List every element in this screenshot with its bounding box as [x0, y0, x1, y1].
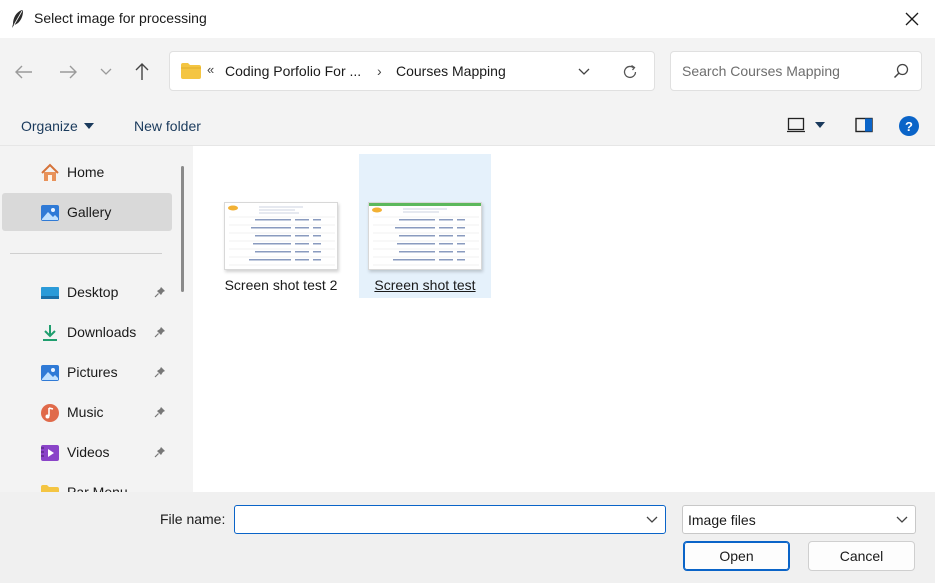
sidebar-item-videos[interactable]: Videos [2, 433, 172, 471]
organize-label: Organize [21, 118, 78, 134]
close-icon [905, 12, 919, 26]
spreadsheet-thumbnail-icon [369, 203, 481, 266]
home-icon [41, 163, 59, 181]
file-thumbnail [224, 202, 338, 270]
arrow-up-icon [135, 63, 149, 80]
pin-icon [154, 287, 165, 298]
breadcrumb-item-coding-portfolio[interactable]: Coding Porfolio For ... [225, 63, 361, 79]
forward-button[interactable] [56, 60, 80, 84]
pin-icon [154, 447, 165, 458]
search-icon [893, 63, 909, 79]
feather-icon [12, 10, 23, 28]
gallery-icon [41, 205, 59, 221]
pin-icon [154, 407, 165, 418]
folder-icon [181, 63, 201, 79]
file-type-select[interactable]: Image files [682, 505, 916, 534]
preview-pane-icon [855, 117, 873, 133]
file-name-label: Screen shot test [374, 277, 476, 293]
view-icon [787, 117, 805, 133]
sidebar-item-label: Downloads [67, 324, 137, 340]
address-dropdown-button[interactable] [574, 62, 594, 82]
chevron-down-icon[interactable] [645, 512, 659, 526]
file-thumbnail [368, 202, 482, 270]
sidebar-item-label: Desktop [67, 284, 119, 300]
pictures-icon [41, 365, 59, 381]
file-item-screen-shot-test-2[interactable]: Screen shot test 2 [215, 154, 347, 298]
up-button[interactable] [130, 60, 154, 84]
breadcrumb-item-courses-mapping[interactable]: Courses Mapping [396, 63, 506, 79]
sidebar-scrollbar[interactable] [181, 166, 184, 292]
recent-locations-button[interactable] [94, 60, 118, 84]
address-bar[interactable]: « Coding Porfolio For ... › Courses Mapp… [169, 51, 655, 91]
pin-icon [154, 327, 165, 338]
sidebar-item-downloads[interactable]: Downloads [2, 313, 172, 351]
new-folder-button[interactable]: New folder [134, 118, 201, 134]
title-bar: Select image for processing [0, 0, 935, 38]
downloads-icon [43, 325, 57, 341]
help-button[interactable]: ? [899, 116, 919, 136]
sidebar-item-label: Par Menu [67, 484, 128, 492]
spreadsheet-thumbnail-icon [228, 205, 335, 266]
sidebar-item-label: Pictures [67, 364, 118, 380]
pin-icon [154, 367, 165, 378]
arrow-left-icon [15, 65, 32, 79]
videos-icon [41, 445, 59, 461]
refresh-icon [623, 64, 637, 79]
caret-down-icon [83, 123, 94, 129]
organize-button[interactable]: Organize [21, 118, 94, 134]
search-input[interactable]: Search Courses Mapping [670, 51, 922, 91]
chevron-down-icon [896, 516, 908, 523]
music-icon [41, 404, 59, 422]
close-button[interactable] [889, 0, 935, 38]
open-button[interactable]: Open [683, 541, 790, 571]
back-button[interactable] [12, 60, 36, 84]
sidebar-item-label: Gallery [67, 204, 112, 220]
file-item-screen-shot-test[interactable]: Screen shot test [359, 154, 491, 298]
file-type-value: Image files [688, 512, 756, 528]
chevron-down-icon [100, 68, 112, 75]
refresh-button[interactable] [619, 61, 641, 83]
file-list: Screen shot test 2 Screen shot test [193, 146, 935, 492]
navigation-bar: « Coding Porfolio For ... › Courses Mapp… [0, 38, 935, 106]
chevron-down-icon [578, 68, 590, 75]
cancel-button[interactable]: Cancel [808, 541, 915, 571]
file-name-label: Screen shot test 2 [224, 277, 338, 293]
window-title: Select image for processing [34, 10, 207, 26]
dialog-footer: File name: Image files Open Cancel [0, 492, 935, 583]
sidebar-item-par-menu[interactable]: Par Menu [2, 473, 172, 492]
navigation-pane: Home Gallery Desktop Downloads Pictures … [0, 146, 193, 492]
file-name-label: File name: [160, 511, 226, 527]
breadcrumb-overflow[interactable]: « [207, 62, 214, 77]
sidebar-item-desktop[interactable]: Desktop [2, 273, 172, 311]
folder-icon [41, 485, 59, 492]
preview-pane-button[interactable] [855, 117, 873, 136]
sidebar-item-home[interactable]: Home [2, 153, 172, 191]
breadcrumb-separator: › [377, 63, 382, 79]
sidebar-item-label: Home [67, 164, 105, 180]
arrow-right-icon [60, 65, 77, 79]
sidebar-item-music[interactable]: Music [2, 393, 172, 431]
command-bar: Organize New folder ? [0, 106, 935, 146]
file-name-combobox[interactable] [234, 505, 666, 534]
sidebar-divider [10, 253, 162, 254]
caret-down-icon [815, 122, 825, 128]
sidebar-item-gallery[interactable]: Gallery [2, 193, 172, 231]
desktop-icon [41, 287, 59, 299]
sidebar-item-pictures[interactable]: Pictures [2, 353, 172, 391]
search-placeholder: Search Courses Mapping [682, 63, 840, 79]
file-name-input[interactable] [239, 509, 639, 531]
change-view-button[interactable] [787, 117, 825, 133]
sidebar-item-label: Music [67, 404, 104, 420]
sidebar-item-label: Videos [67, 444, 110, 460]
